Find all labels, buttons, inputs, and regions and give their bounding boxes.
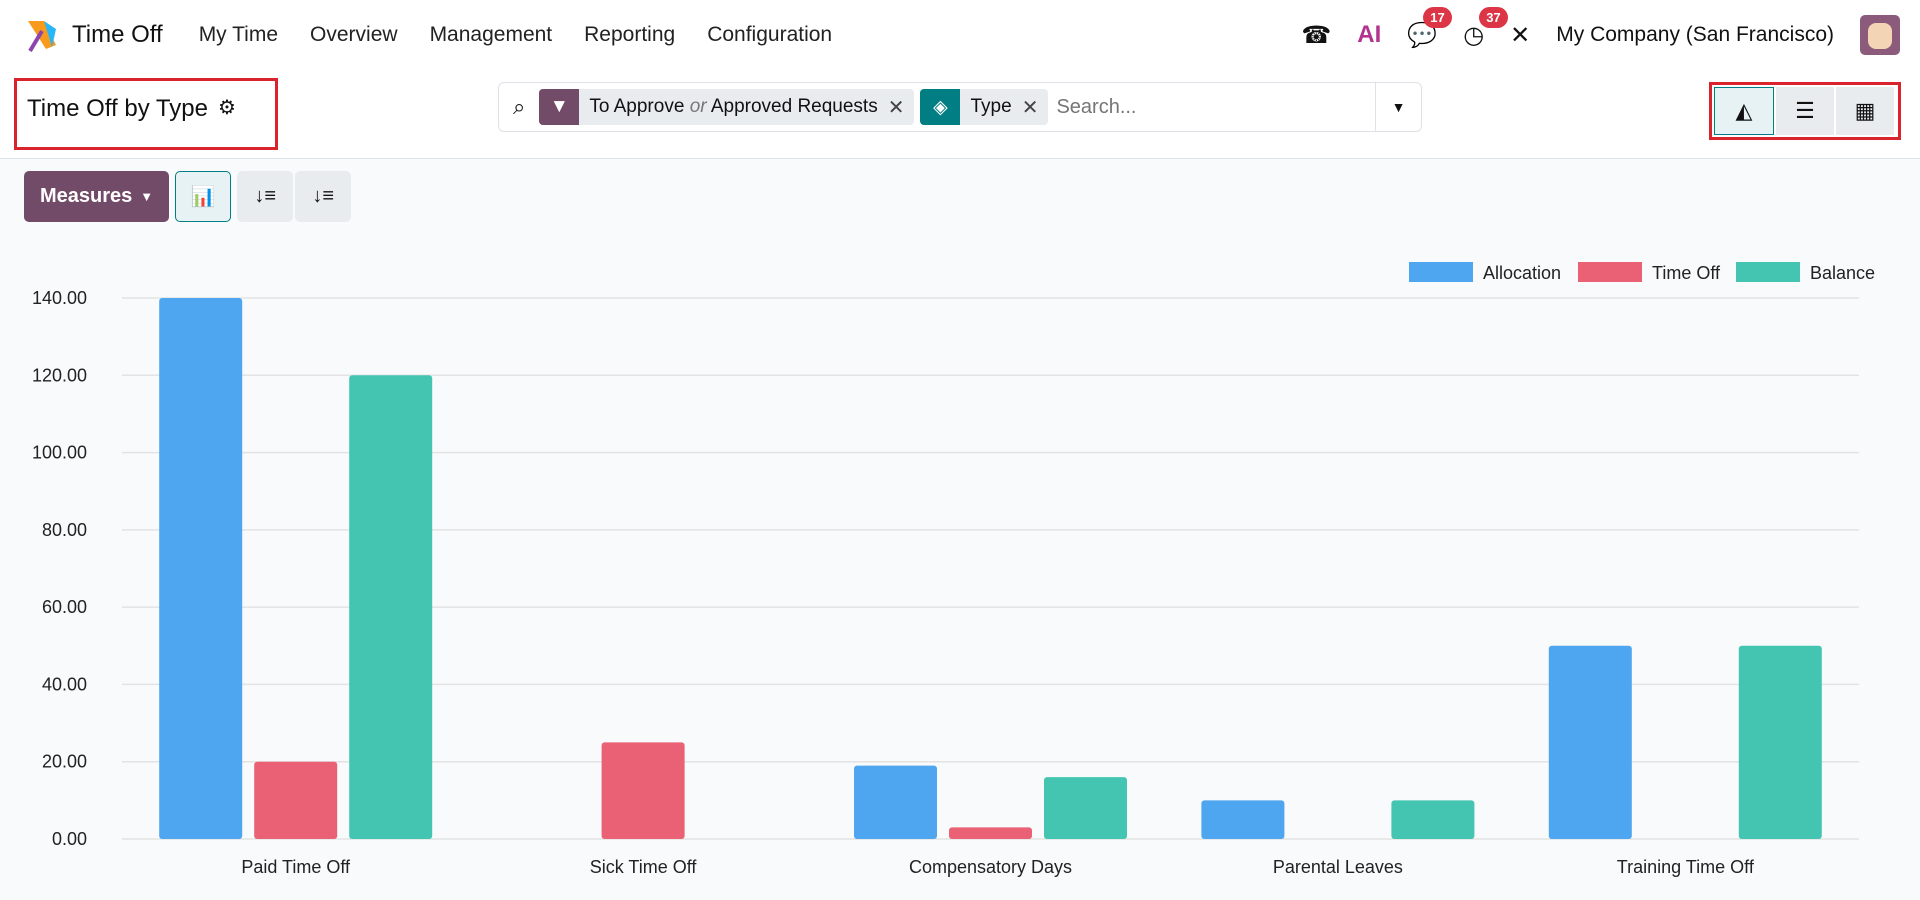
- search-icon[interactable]: ⌕: [513, 94, 525, 120]
- y-tick-label: 40.00: [42, 674, 87, 694]
- bar-time-off[interactable]: [254, 761, 338, 839]
- time-off-app-logo[interactable]: [24, 17, 60, 53]
- legend-label[interactable]: Time Off: [1652, 263, 1721, 283]
- pivot-view-button[interactable]: ▦: [1836, 87, 1894, 135]
- y-tick-label: 60.00: [42, 597, 87, 617]
- top-navbar: Time Off My Time Overview Management Rep…: [0, 0, 1920, 70]
- y-tick-label: 80.00: [42, 520, 87, 540]
- menu-configuration[interactable]: Configuration: [707, 23, 832, 47]
- layers-icon: ◈: [920, 89, 961, 125]
- menu-overview[interactable]: Overview: [310, 23, 398, 47]
- x-tick-label: Training Time Off: [1617, 857, 1755, 877]
- search-bar: ⌕ ▼ To Approve or Approved Requests ✕ ◈ …: [498, 82, 1422, 132]
- sort-ascending-button[interactable]: ↓≡: [295, 171, 352, 222]
- ai-icon[interactable]: AI: [1357, 21, 1381, 49]
- y-tick-label: 100.00: [32, 443, 87, 463]
- measures-dropdown[interactable]: Measures ▼: [24, 171, 170, 222]
- control-panel: Time Off by Type ⚙ ⌕ ▼ To Approve or App…: [0, 70, 1920, 159]
- view-switcher: ◭ ☰ ▦: [1709, 82, 1901, 140]
- bar-time-off[interactable]: [949, 827, 1032, 839]
- remove-groupby-facet-icon[interactable]: ✕: [1022, 95, 1049, 120]
- legend-swatch[interactable]: [1736, 262, 1800, 282]
- filter-or: or: [689, 96, 707, 117]
- search-input[interactable]: [1056, 95, 1375, 119]
- x-tick-label: Paid Time Off: [241, 857, 351, 877]
- filter-approved: Approved Requests: [710, 96, 878, 117]
- menu-my-time[interactable]: My Time: [199, 23, 278, 47]
- phone-icon[interactable]: ☎: [1301, 21, 1331, 50]
- bar-allocation[interactable]: [1201, 800, 1285, 839]
- graph-view-button[interactable]: ◭: [1714, 87, 1774, 135]
- filter-icon: ▼: [539, 89, 580, 125]
- remove-filter-facet-icon[interactable]: ✕: [888, 95, 915, 120]
- bar-balance[interactable]: [1044, 777, 1127, 839]
- bar-balance[interactable]: [1738, 645, 1822, 839]
- sort-descending-button[interactable]: ↓≡: [237, 171, 294, 222]
- messages-icon[interactable]: 💬 17: [1407, 6, 1452, 50]
- menu-management[interactable]: Management: [430, 23, 553, 47]
- legend-label[interactable]: Allocation: [1483, 263, 1561, 283]
- legend-swatch[interactable]: [1409, 262, 1473, 282]
- x-tick-label: Sick Time Off: [590, 857, 698, 877]
- activities-badge: 37: [1479, 6, 1508, 28]
- page-title: Time Off by Type: [27, 95, 208, 122]
- bar-time-off[interactable]: [601, 742, 685, 839]
- measures-label: Measures: [40, 185, 133, 207]
- filter-facet-value: To Approve or Approved Requests: [579, 96, 887, 118]
- user-avatar[interactable]: [1860, 15, 1900, 55]
- legend-label[interactable]: Balance: [1810, 263, 1875, 283]
- filter-to-approve: To Approve: [589, 96, 685, 117]
- bar-allocation[interactable]: [159, 298, 243, 839]
- tools-icon[interactable]: ✕: [1510, 21, 1530, 50]
- list-view-button[interactable]: ☰: [1776, 87, 1834, 135]
- caret-down-icon: ▼: [140, 189, 154, 204]
- bar-balance[interactable]: [349, 375, 433, 839]
- bar-chart-button[interactable]: 📊: [175, 171, 232, 222]
- breadcrumb: Time Off by Type ⚙: [14, 78, 278, 150]
- filter-facet: ▼ To Approve or Approved Requests ✕: [539, 89, 915, 125]
- messages-badge: 17: [1423, 6, 1452, 28]
- groupby-facet-value: Type: [970, 96, 1012, 117]
- bar-allocation[interactable]: [854, 765, 937, 839]
- company-switcher[interactable]: My Company (San Francisco): [1556, 23, 1834, 47]
- y-tick-label: 20.00: [42, 752, 87, 772]
- y-tick-label: 0.00: [52, 829, 87, 849]
- bar-allocation[interactable]: [1548, 645, 1632, 839]
- x-tick-label: Parental Leaves: [1273, 857, 1403, 877]
- bar-chart: 0.00 20.00 40.00 60.00 80.00 100.00 120.00 140.…: [32, 262, 1875, 877]
- bar-balance[interactable]: [1391, 800, 1475, 839]
- graph-toolbar: Measures ▼ 📊 ↓≡ ↓≡: [24, 171, 352, 222]
- x-tick-label: Compensatory Days: [909, 857, 1072, 877]
- groupby-facet: ◈ Type ✕: [920, 89, 1049, 125]
- activities-clock-icon[interactable]: ◷ 37: [1463, 6, 1508, 50]
- legend-swatch[interactable]: [1578, 262, 1642, 282]
- menu-reporting[interactable]: Reporting: [584, 23, 675, 47]
- search-options-toggle[interactable]: ▼: [1375, 83, 1421, 131]
- y-tick-label: 140.00: [32, 288, 87, 308]
- gear-icon[interactable]: ⚙: [218, 95, 236, 120]
- y-tick-label: 120.00: [32, 365, 87, 385]
- app-name[interactable]: Time Off: [72, 21, 163, 49]
